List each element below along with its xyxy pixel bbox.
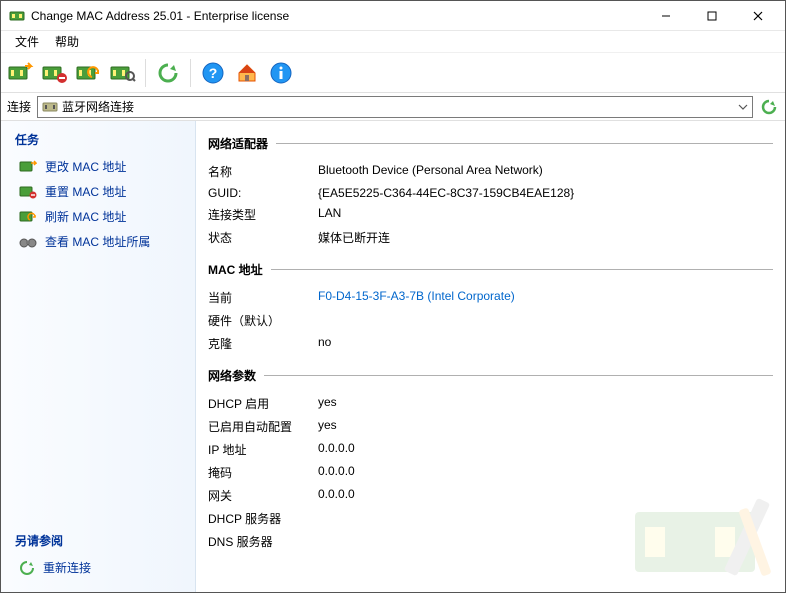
row-dhcp: DHCP 启用yes	[208, 392, 773, 415]
reset-mac-button[interactable]	[39, 57, 71, 89]
value: yes	[318, 395, 773, 412]
label: 克隆	[208, 335, 318, 352]
connection-label: 连接	[7, 98, 31, 115]
refresh-icon	[19, 560, 35, 576]
refresh-button[interactable]	[152, 57, 184, 89]
row-name: 名称Bluetooth Device (Personal Area Networ…	[208, 160, 773, 183]
connection-selected: 蓝牙网络连接	[62, 98, 134, 115]
refresh-connections-button[interactable]	[759, 97, 779, 117]
value: 媒体已断开连	[318, 229, 773, 246]
value	[318, 533, 773, 550]
refresh-mac-button[interactable]	[73, 57, 105, 89]
adapter-icon	[42, 101, 58, 113]
maximize-button[interactable]	[689, 2, 735, 30]
sidebar-item-label: 更改 MAC 地址	[45, 158, 126, 175]
toolbar-separator	[145, 59, 146, 87]
sidebar-item-reconnect[interactable]: 重新连接	[1, 555, 195, 592]
toolbar: ?	[1, 53, 785, 93]
label: 掩码	[208, 464, 318, 481]
content-panel: 网络适配器 名称Bluetooth Device (Personal Area …	[196, 121, 785, 592]
value: LAN	[318, 206, 773, 223]
row-mask: 掩码0.0.0.0	[208, 461, 773, 484]
card-arrow-icon	[19, 160, 37, 174]
chevron-down-icon	[738, 104, 748, 110]
lookup-mac-button[interactable]	[107, 57, 139, 89]
label: IP 地址	[208, 441, 318, 458]
sidebar-item-lookup-mac[interactable]: 查看 MAC 地址所属	[1, 229, 195, 254]
sidebar-item-label: 查看 MAC 地址所属	[45, 233, 150, 250]
value: 0.0.0.0	[318, 487, 773, 504]
label: 硬件（默认）	[208, 312, 318, 329]
menu-file[interactable]: 文件	[7, 31, 47, 52]
row-type: 连接类型LAN	[208, 203, 773, 226]
section-mac-title: MAC 地址	[208, 261, 773, 278]
sidebar-item-label: 重置 MAC 地址	[45, 183, 126, 200]
sidebar: 任务 更改 MAC 地址 重置 MAC 地址 刷新 MAC 地址 查看 MAC …	[1, 121, 196, 592]
minimize-button[interactable]	[643, 2, 689, 30]
value	[318, 312, 773, 329]
row-guid: GUID:{EA5E5225-C364-44EC-8C37-159CB4EAE1…	[208, 183, 773, 203]
window-buttons	[643, 2, 781, 30]
value-link[interactable]: F0-D4-15-3F-A3-7B (Intel Corporate)	[318, 289, 773, 306]
row-status: 状态媒体已断开连	[208, 226, 773, 249]
label: 当前	[208, 289, 318, 306]
label: 连接类型	[208, 206, 318, 223]
svg-text:?: ?	[209, 65, 218, 81]
menu-help[interactable]: 帮助	[47, 31, 87, 52]
label: DHCP 启用	[208, 395, 318, 412]
label: DHCP 服务器	[208, 510, 318, 527]
value: yes	[318, 418, 773, 435]
close-button[interactable]	[735, 2, 781, 30]
sidebar-item-refresh-mac[interactable]: 刷新 MAC 地址	[1, 204, 195, 229]
sidebar-item-label: 刷新 MAC 地址	[45, 208, 126, 225]
row-current-mac: 当前F0-D4-15-3F-A3-7B (Intel Corporate)	[208, 286, 773, 309]
sidebar-seealso-title: 另请参阅	[1, 522, 195, 555]
label: 网关	[208, 487, 318, 504]
value: {EA5E5225-C364-44EC-8C37-159CB4EAE128}	[318, 186, 773, 200]
label: 状态	[208, 229, 318, 246]
binoculars-icon	[19, 235, 37, 249]
sidebar-item-label: 重新连接	[43, 559, 91, 576]
app-icon	[9, 8, 25, 24]
row-autoconf: 已启用自动配置yes	[208, 415, 773, 438]
label: 已启用自动配置	[208, 418, 318, 435]
row-dns: DNS 服务器	[208, 530, 773, 553]
connection-select[interactable]: 蓝牙网络连接	[37, 96, 753, 118]
connection-bar: 连接 蓝牙网络连接	[1, 93, 785, 121]
value: 0.0.0.0	[318, 464, 773, 481]
card-refresh-icon	[19, 210, 37, 224]
menubar: 文件 帮助	[1, 31, 785, 53]
row-hw-mac: 硬件（默认）	[208, 309, 773, 332]
label: 名称	[208, 163, 318, 180]
label: DNS 服务器	[208, 533, 318, 550]
value: 0.0.0.0	[318, 441, 773, 458]
card-reset-icon	[19, 185, 37, 199]
help-button[interactable]: ?	[197, 57, 229, 89]
section-adapter-title: 网络适配器	[208, 135, 773, 152]
change-mac-button[interactable]	[5, 57, 37, 89]
value: Bluetooth Device (Personal Area Network)	[318, 163, 773, 180]
row-ip: IP 地址0.0.0.0	[208, 438, 773, 461]
titlebar: Change MAC Address 25.01 - Enterprise li…	[1, 1, 785, 31]
sidebar-tasks-title: 任务	[1, 121, 195, 154]
section-net-title: 网络参数	[208, 367, 773, 384]
row-gateway: 网关0.0.0.0	[208, 484, 773, 507]
about-button[interactable]	[265, 57, 297, 89]
sidebar-item-reset-mac[interactable]: 重置 MAC 地址	[1, 179, 195, 204]
home-button[interactable]	[231, 57, 263, 89]
value: no	[318, 335, 773, 352]
row-clone: 克隆no	[208, 332, 773, 355]
window-title: Change MAC Address 25.01 - Enterprise li…	[31, 9, 643, 23]
row-dhcp-server: DHCP 服务器	[208, 507, 773, 530]
sidebar-item-change-mac[interactable]: 更改 MAC 地址	[1, 154, 195, 179]
label: GUID:	[208, 186, 318, 200]
value	[318, 510, 773, 527]
toolbar-separator	[190, 59, 191, 87]
